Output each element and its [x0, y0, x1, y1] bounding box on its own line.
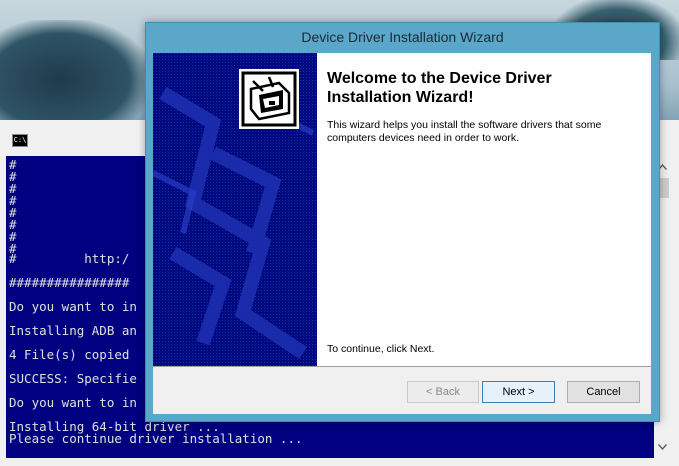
device-hardware-icon — [239, 69, 299, 129]
driver-wizard-dialog: Device Driver Installation Wizard Welcom… — [145, 22, 660, 422]
scroll-down-icon[interactable] — [656, 440, 669, 454]
console-line: # http:/ — [9, 251, 130, 266]
dialog-title[interactable]: Device Driver Installation Wizard — [146, 29, 659, 45]
console-line: Do you want to in — [9, 395, 137, 410]
cancel-button[interactable]: Cancel — [567, 381, 640, 403]
console-line: SUCCESS: Specifie — [9, 371, 137, 386]
console-line: 4 File(s) copied — [9, 347, 130, 362]
wizard-sidebar-banner — [153, 53, 317, 366]
next-button[interactable]: Next > — [482, 381, 555, 403]
console-app-icon[interactable]: C:\ — [12, 134, 28, 147]
console-line: Installing ADB an — [9, 323, 137, 338]
button-area-divider — [153, 366, 651, 367]
welcome-description: This wizard helps you install the softwa… — [327, 119, 602, 144]
back-button[interactable]: < Back — [407, 381, 479, 403]
continue-instruction: To continue, click Next. — [327, 343, 435, 355]
wallpaper-rock-left — [0, 20, 150, 120]
console-line: Do you want to in — [9, 299, 137, 314]
console-line: ################ — [9, 275, 130, 290]
dialog-client-area: Welcome to the Device Driver Installatio… — [153, 53, 651, 414]
console-line: Please continue driver installation ... — [9, 431, 303, 446]
welcome-heading: Welcome to the Device Driver Installatio… — [327, 70, 552, 106]
wizard-content-panel: Welcome to the Device Driver Installatio… — [317, 53, 651, 366]
